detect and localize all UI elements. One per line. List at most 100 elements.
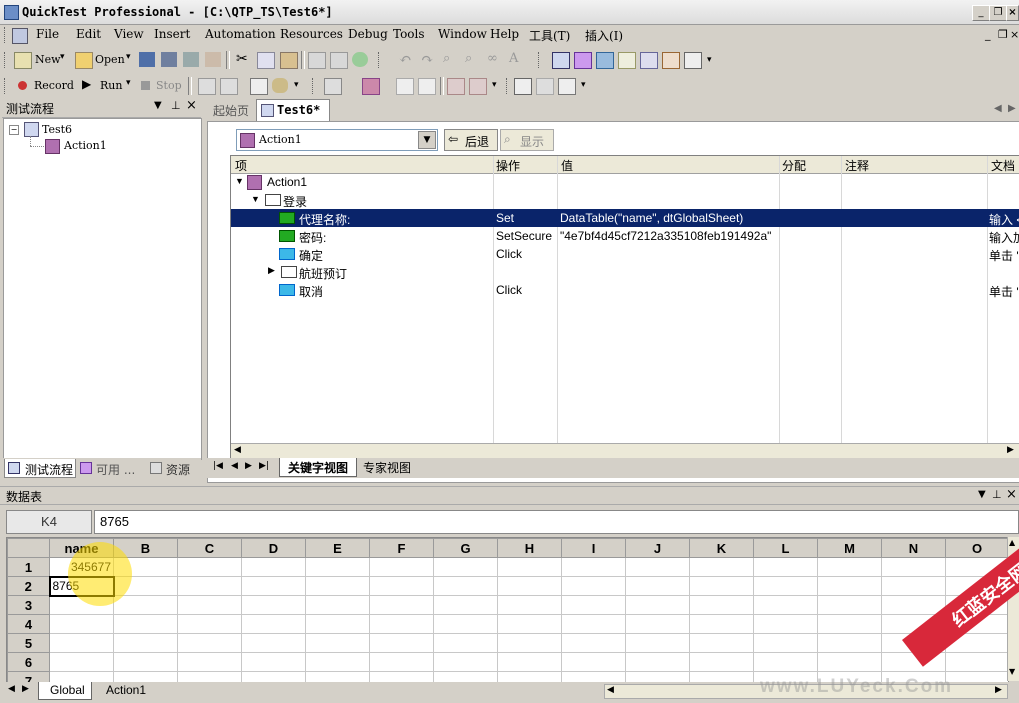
replace-icon[interactable]: ⌕ [465,51,472,66]
active-screen-icon[interactable] [640,52,658,69]
data-cell[interactable] [497,557,562,577]
data-cell[interactable] [49,614,114,634]
object-repository-icon[interactable] [574,52,592,69]
data-cell[interactable] [817,595,882,615]
data-cell[interactable] [305,614,370,634]
data-cell[interactable] [305,652,370,672]
back-button[interactable]: ⇦ 后退 [444,129,498,151]
row-header[interactable]: 5 [7,633,50,653]
data-cell[interactable] [241,557,306,577]
scroll-left-icon[interactable]: ◀ [234,445,241,455]
expert-view-icon[interactable] [536,78,554,95]
column-header[interactable]: N [881,538,946,558]
keyword-row-password[interactable]: 密码: SetSecure "4e7bf4d45cf7212a335108feb… [231,227,1019,245]
data-cell[interactable] [753,652,818,672]
data-cell[interactable] [625,557,690,577]
data-cell[interactable] [817,614,882,634]
tab-available-keywords[interactable]: 可用 ... [78,460,144,477]
column-header-value[interactable]: 值 [561,157,573,174]
data-cell[interactable] [241,633,306,653]
column-header-documentation[interactable]: 文档 [991,157,1015,174]
column-header[interactable]: G [433,538,498,558]
data-cell[interactable] [241,576,306,596]
cut-icon[interactable]: ✂ [236,51,248,67]
toolbar-options-icon[interactable]: ▾ [492,80,497,90]
data-cell[interactable] [113,576,178,596]
data-cell[interactable] [369,576,434,596]
column-header-operation[interactable]: 操作 [496,157,520,174]
mdi-close-button[interactable]: × [1010,28,1019,41]
column-header[interactable]: O [945,538,1008,558]
menu-insert-cn[interactable]: 插入(I) [585,27,623,44]
column-header[interactable]: B [113,538,178,558]
object-spy-icon[interactable] [596,52,614,69]
minimize-button[interactable]: _ [972,5,990,21]
data-cell[interactable] [433,557,498,577]
comment-icon[interactable] [308,52,326,69]
pane-close-icon[interactable]: × [186,98,197,113]
data-cell[interactable] [49,652,114,672]
data-cell[interactable] [817,633,882,653]
data-cell[interactable] [113,652,178,672]
redo-icon[interactable]: ↷ [421,50,434,68]
pane-menu-icon[interactable]: ▼ [154,100,162,111]
next-sheet-icon[interactable]: ▶ [22,684,29,694]
debug-viewer-icon[interactable] [662,52,680,69]
tree-collapse-icon[interactable]: − [9,125,19,135]
data-cell[interactable] [433,652,498,672]
row-header[interactable]: 3 [7,595,50,615]
find-icon[interactable]: ⌕ [443,51,450,66]
run-button[interactable]: Run [100,79,122,92]
menu-debug[interactable]: Debug [348,27,388,41]
export-icon[interactable] [205,52,221,67]
data-cell[interactable] [113,614,178,634]
data-cell[interactable] [689,595,754,615]
data-cell[interactable] [369,652,434,672]
step-into-icon[interactable] [396,78,414,95]
open-button[interactable]: Open [95,53,125,66]
row-header[interactable]: 6 [7,652,50,672]
expand-arrow-icon[interactable]: ▼ [235,176,244,186]
keyword-row-login[interactable]: ▼ 登录 [231,191,1019,209]
data-cell[interactable] [881,576,946,596]
data-cell[interactable] [177,557,242,577]
record-button[interactable]: Record [34,79,74,92]
scroll-right-icon[interactable]: ▶ [995,685,1002,695]
data-cell[interactable] [753,557,818,577]
column-header[interactable]: K [689,538,754,558]
menu-view[interactable]: View [114,27,144,41]
data-cell[interactable] [113,633,178,653]
data-cell[interactable] [881,595,946,615]
data-cell[interactable] [881,557,946,577]
scroll-left-icon[interactable]: ◀ [607,685,614,695]
show-button[interactable]: ⌕ 显示 [500,129,554,151]
tab-expert-view[interactable]: 专家视图 [359,459,425,475]
last-tab-icon[interactable]: ▶| [259,461,269,471]
data-cell[interactable] [497,576,562,596]
data-cell[interactable] [945,652,1008,672]
stop-button[interactable]: Stop [156,79,182,92]
tree-child-action1[interactable]: Action1 [64,139,107,152]
expand-arrow-icon[interactable]: ▼ [251,194,260,204]
first-tab-icon[interactable]: |◀ [213,461,223,471]
data-cell[interactable] [689,614,754,634]
tab-resources[interactable]: 资源 [148,460,198,477]
data-cell[interactable] [753,614,818,634]
add-column-icon[interactable] [558,78,576,95]
data-cell[interactable] [561,557,626,577]
tab-scroll-right-icon[interactable]: ▶ [1008,103,1016,114]
tab-scroll-left-icon[interactable]: ◀ [994,103,1002,114]
data-cell[interactable] [625,595,690,615]
insert-checkpoint-icon[interactable] [250,78,268,95]
data-cell[interactable] [305,576,370,596]
grid-corner[interactable] [7,538,50,558]
data-cell[interactable] [305,595,370,615]
save-all-icon[interactable] [161,52,177,67]
column-header-assignment[interactable]: 分配 [782,157,806,174]
column-header-comment[interactable]: 注释 [845,157,869,174]
data-cell[interactable] [369,633,434,653]
cell-value-input[interactable]: 8765 [94,510,1019,534]
sheet-tab-global[interactable]: Global [38,682,92,700]
action-select[interactable]: Action1 ▼ [236,129,438,151]
column-header[interactable]: M [817,538,882,558]
